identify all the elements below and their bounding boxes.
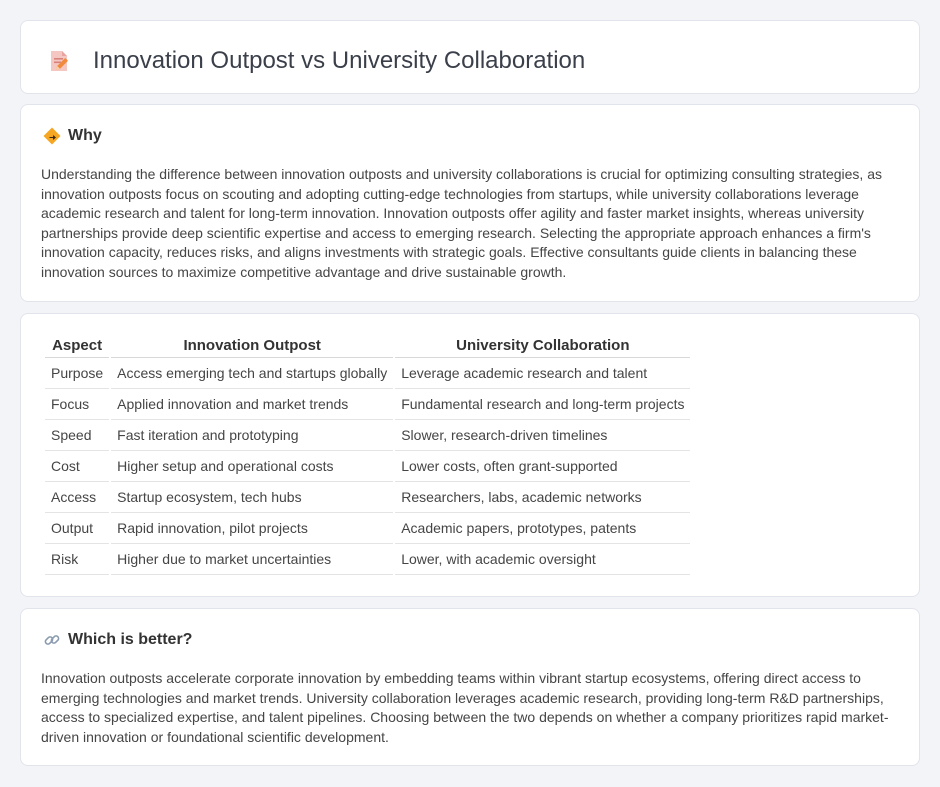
table-cell: Rapid innovation, pilot projects [111,513,394,544]
table-cell: Higher setup and operational costs [111,451,394,482]
title-row: Innovation Outpost vs University Collabo… [47,47,585,75]
table-cell: Fast iteration and prototyping [111,420,394,451]
which-better-heading: Which is better? [68,631,193,648]
table-cell: Access [45,482,110,513]
table-cell: Academic papers, prototypes, patents [395,513,691,544]
which-better-paragraph: Innovation outposts accelerate corporate… [41,670,889,745]
table-cell: Startup ecosystem, tech hubs [111,482,394,513]
why-heading: Why [68,127,102,144]
which-better-card: Which is better? Innovation outposts acc… [20,608,920,766]
table-row: Speed Fast iteration and prototyping Slo… [45,420,691,451]
diamond-sign-icon [43,127,61,145]
table-cell: Output [45,513,110,544]
table-header-row: Aspect Innovation Outpost University Col… [45,334,691,358]
table-cell: Fundamental research and long-term proje… [395,389,691,420]
why-header: Why [43,127,102,145]
table-cell: Lower, with academic oversight [395,544,691,575]
table-cell: Leverage academic research and talent [395,358,691,389]
table-cell: Cost [45,451,110,482]
table-cell: Purpose [45,358,110,389]
title-card: Innovation Outpost vs University Collabo… [20,20,920,94]
why-card: Why Understanding the difference between… [20,104,920,302]
table-cell: Access emerging tech and startups global… [111,358,394,389]
table-cell: Focus [45,389,110,420]
column-header: Aspect [45,334,110,358]
table-cell: Risk [45,544,110,575]
table-cell: Applied innovation and market trends [111,389,394,420]
link-icon [44,635,60,645]
table-row: Cost Higher setup and operational costs … [45,451,691,482]
table-row: Access Startup ecosystem, tech hubs Rese… [45,482,691,513]
column-header: Innovation Outpost [111,334,394,358]
why-paragraph: Understanding the difference between inn… [41,166,882,280]
comparison-table: Aspect Innovation Outpost University Col… [43,334,692,575]
document-pencil-icon [51,51,68,71]
comparison-card: Aspect Innovation Outpost University Col… [20,313,920,597]
table-cell: Slower, research-driven timelines [395,420,691,451]
table-row: Focus Applied innovation and market tren… [45,389,691,420]
table-cell: Speed [45,420,110,451]
column-header: University Collaboration [395,334,691,358]
which-better-header: Which is better? [43,631,192,649]
page-title: Innovation Outpost vs University Collabo… [93,47,586,74]
table-row: Purpose Access emerging tech and startup… [45,358,691,389]
table-row: Risk Higher due to market uncertainties … [45,544,691,575]
table-cell: Lower costs, often grant-supported [395,451,691,482]
table-cell: Higher due to market uncertainties [111,544,394,575]
table-cell: Researchers, labs, academic networks [395,482,691,513]
table-row: Output Rapid innovation, pilot projects … [45,513,691,544]
